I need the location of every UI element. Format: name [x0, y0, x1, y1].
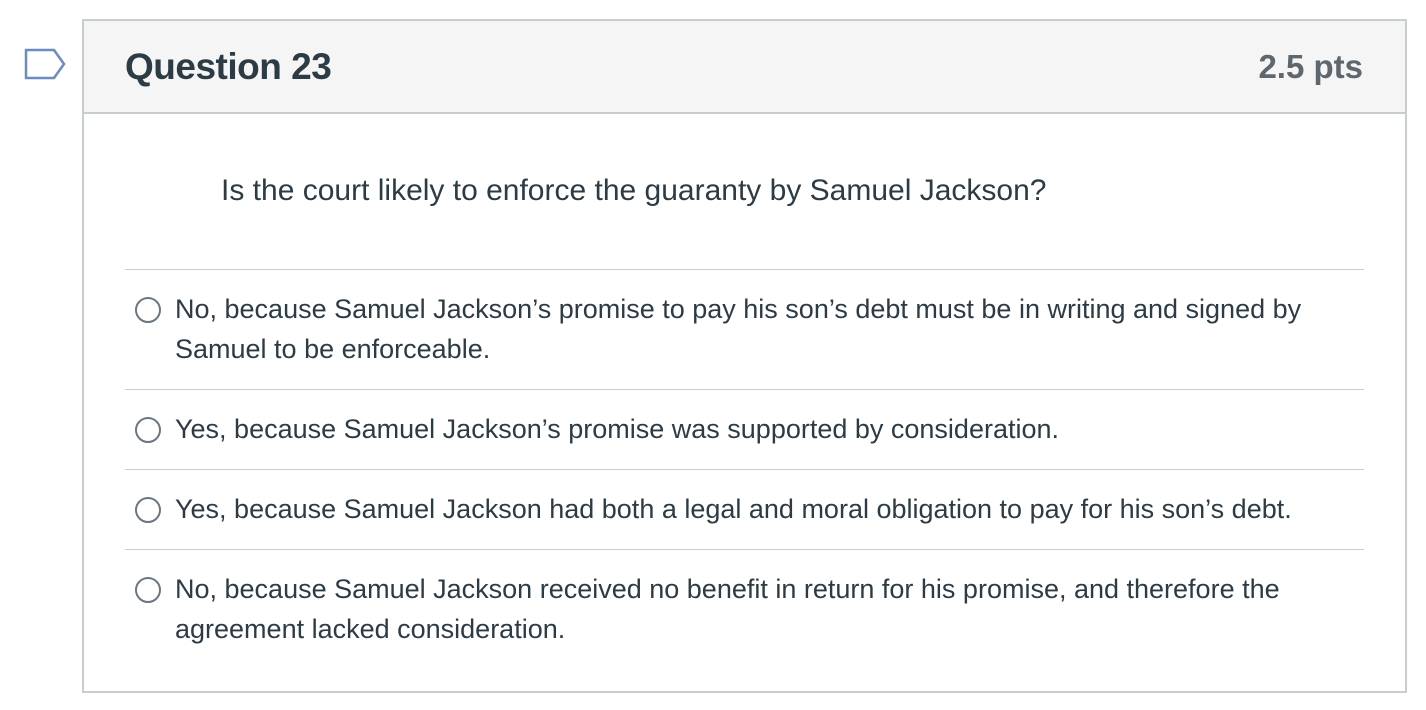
answer-option[interactable]: Yes, because Samuel Jackson’s promise wa…	[125, 390, 1364, 470]
answer-option[interactable]: Yes, because Samuel Jackson had both a l…	[125, 470, 1364, 550]
answer-label[interactable]: Yes, because Samuel Jackson’s promise wa…	[175, 409, 1059, 449]
answer-option[interactable]: No, because Samuel Jackson’s promise to …	[125, 270, 1364, 390]
answer-label[interactable]: Yes, because Samuel Jackson had both a l…	[175, 489, 1292, 529]
radio-button[interactable]	[135, 577, 161, 603]
answer-option[interactable]: No, because Samuel Jackson received no b…	[125, 550, 1364, 669]
question-title: Question 23	[125, 45, 332, 87]
question-body: Is the court likely to enforce the guara…	[84, 114, 1405, 669]
flag-question-icon[interactable]	[24, 48, 66, 80]
radio-button[interactable]	[135, 297, 161, 323]
radio-button[interactable]	[135, 497, 161, 523]
question-points: 2.5 pts	[1258, 47, 1363, 85]
answer-list: No, because Samuel Jackson’s promise to …	[125, 269, 1364, 669]
question-header: Question 23 2.5 pts	[84, 21, 1405, 114]
radio-button[interactable]	[135, 417, 161, 443]
answer-label[interactable]: No, because Samuel Jackson’s promise to …	[175, 289, 1364, 369]
answer-label[interactable]: No, because Samuel Jackson received no b…	[175, 569, 1364, 649]
question-card: Question 23 2.5 pts Is the court likely …	[82, 19, 1407, 693]
question-text: Is the court likely to enforce the guara…	[221, 174, 1047, 207]
